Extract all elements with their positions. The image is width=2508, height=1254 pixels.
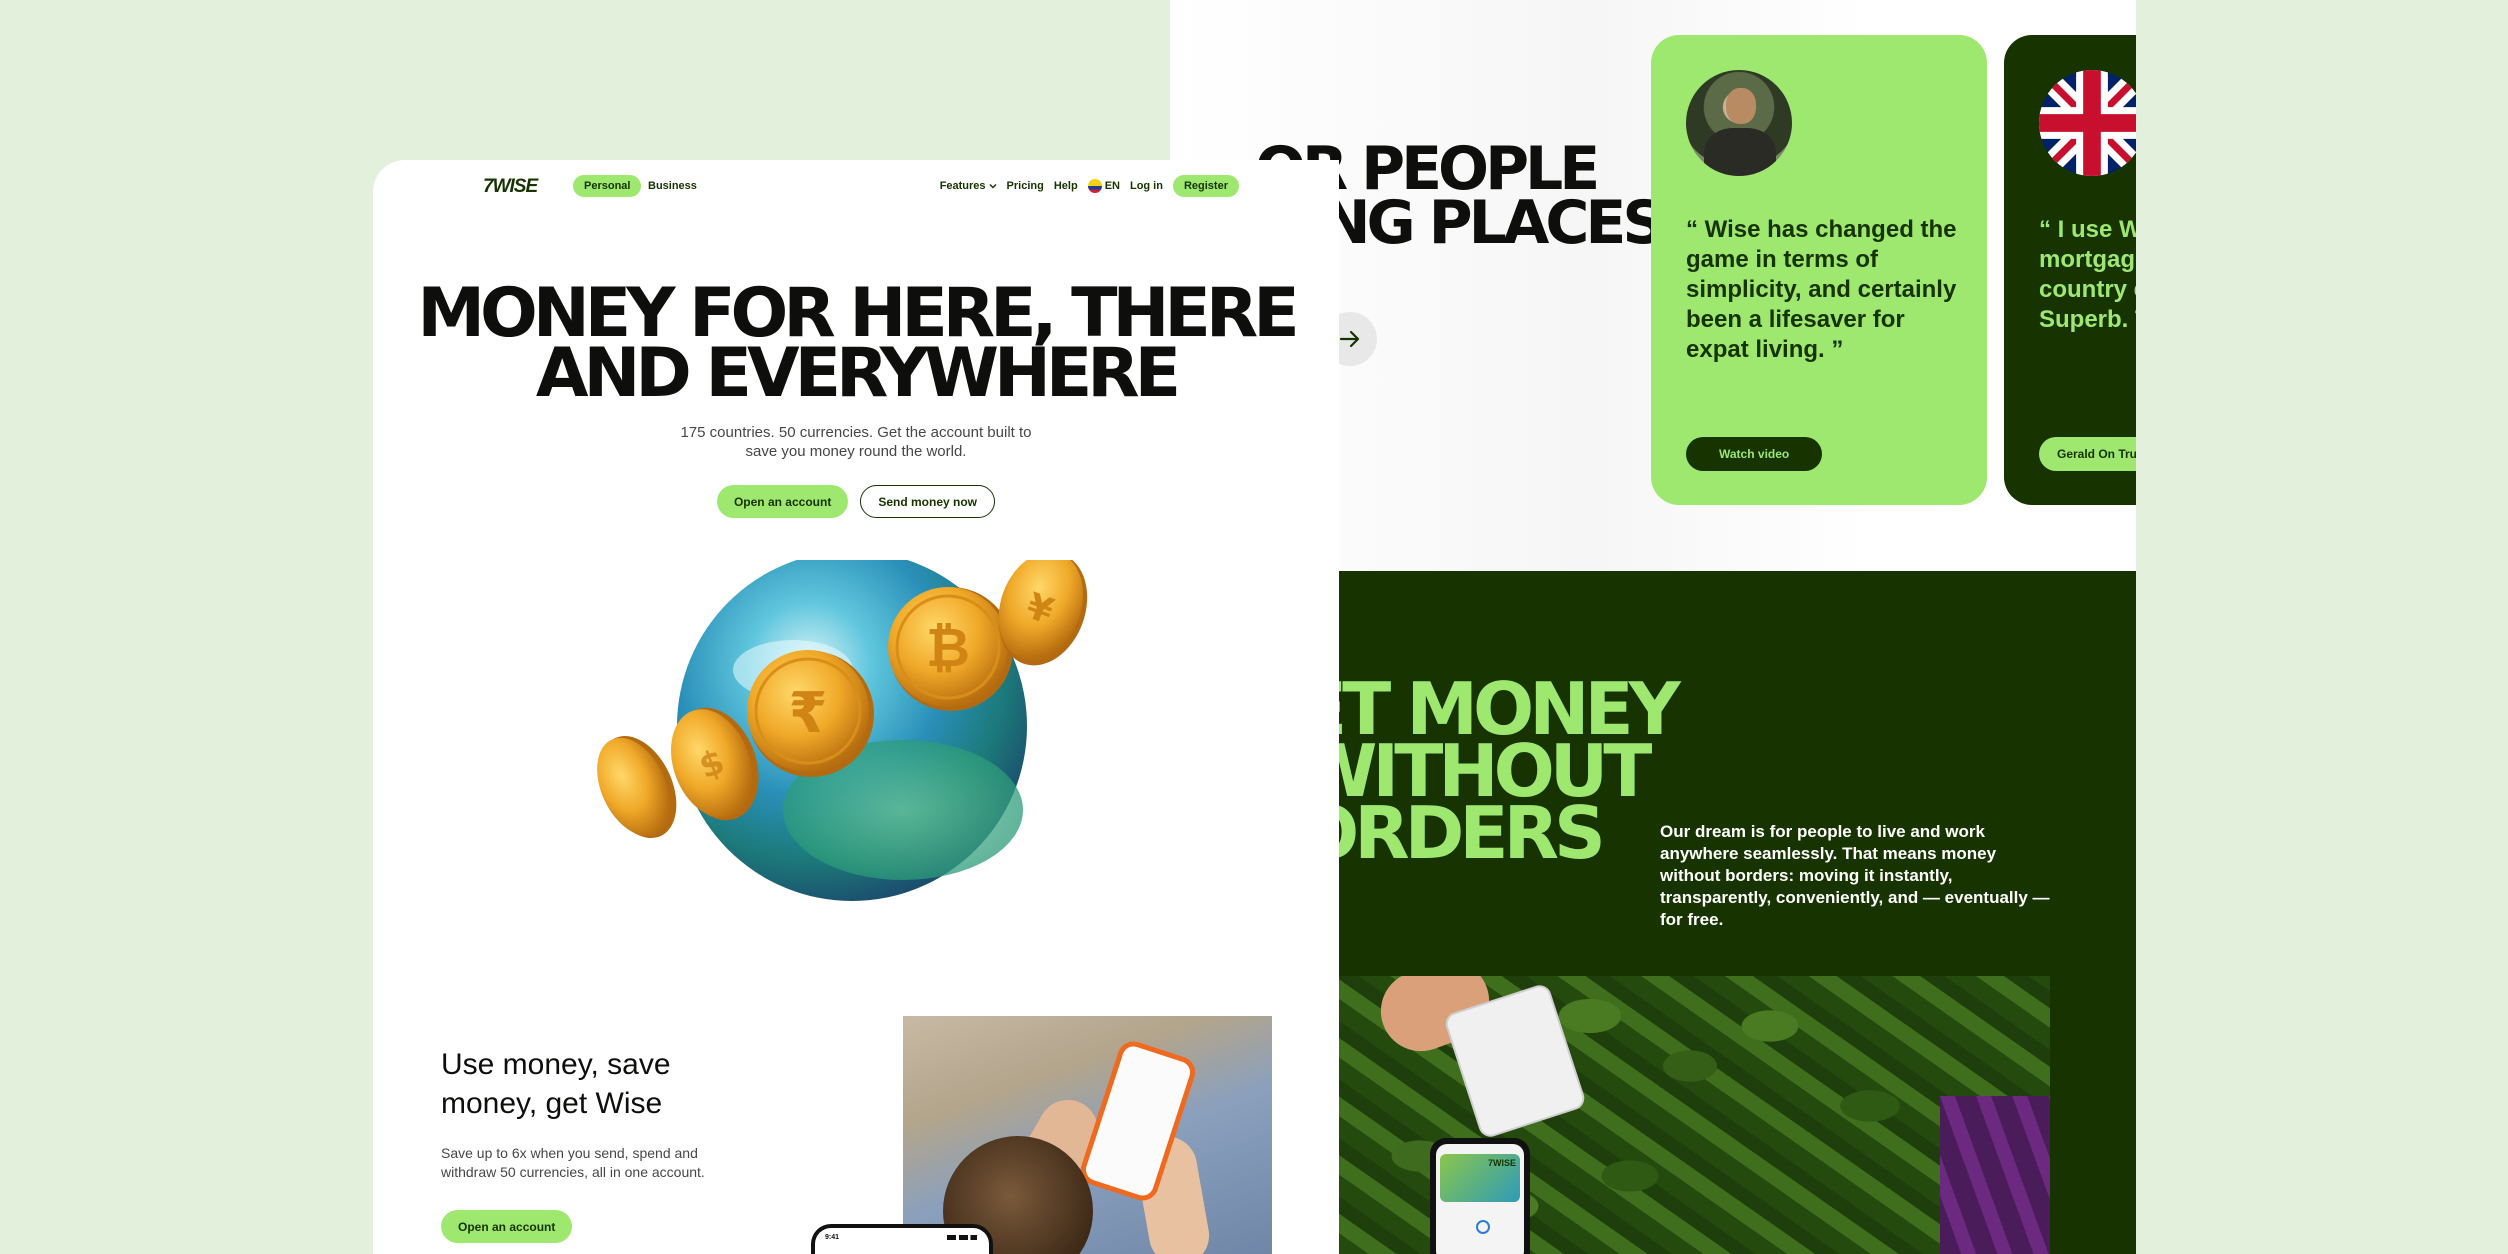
chevron-down-icon [989,184,997,189]
use-money-subtitle: Save up to 6x when you send, spend and w… [441,1145,705,1180]
check-icon [1476,1220,1490,1234]
open-account-button[interactable]: Open an account [716,485,849,518]
testimonial-quote: “ Wise has changed the game in terms of … [1686,216,1957,363]
testimonial-card: “ I use Wi mortgage country e Superb. T … [2004,35,2136,505]
pricing-link[interactable]: Pricing [1007,180,1044,192]
help-link[interactable]: Help [1054,180,1078,192]
person-with-phone-photo [903,1016,1272,1254]
wise-logo[interactable]: 7WISE [483,176,538,198]
use-money-title: Use money, save money, get Wise [441,1048,671,1120]
avatar [1686,70,1792,176]
send-money-button[interactable]: Send money now [860,485,996,518]
language-selector[interactable]: EN [1087,179,1120,193]
top-nav: 7WISE Personal Business Features Pricing… [373,160,1339,212]
phone-mockup: 9:41 [811,1224,993,1254]
phone-in-hand: 7WISE [1430,1138,1530,1254]
watch-video-button[interactable]: Watch video [1686,437,1823,471]
avatar-body [1704,128,1776,176]
register-button[interactable]: Register [1172,175,1239,197]
phone-logo: 7WISE [1487,1158,1516,1168]
uk-flag-icon [2039,70,2136,176]
testimonial-card: “ Wise has changed the game in terms of … [1651,35,1987,505]
tab-personal[interactable]: Personal [573,175,642,197]
nav-right: Features Pricing Help EN Log in Register [940,175,1239,197]
hero-title: MONEY FOR HERE, THERE AND EVERYWHERE [417,274,1299,413]
hero-subtitle: 175 countries. 50 currencies. Get the ac… [680,424,1032,460]
login-link[interactable]: Log in [1130,180,1163,192]
features-label: Features [939,180,986,192]
eggplants [1940,1096,2050,1254]
phone-time: 9:41 [825,1234,840,1241]
tab-business[interactable]: Business [637,175,708,197]
svg-text:₹: ₹ [789,681,828,746]
dream-text: Our dream is for people to live and work… [1660,822,2050,929]
avatar-head [1726,88,1756,124]
testimonial-quote: “ I use Wi mortgage country e Superb. T [2039,216,2136,333]
open-account-button-secondary[interactable]: Open an account [441,1210,573,1243]
homepage-window: 7WISE Personal Business Features Pricing… [373,160,1339,1254]
hero-buttons: Open an account Send money now [373,485,1339,518]
arrow-right-icon [1339,330,1360,348]
features-menu[interactable]: Features [940,180,997,192]
svg-text:₿: ₿ [926,616,970,679]
globe-illustration: $ ₹ ₿ ¥ [573,551,1133,1000]
phone-screen: 7WISE [1436,1144,1524,1254]
testimonial-cta-button[interactable]: Gerald On Trus [2039,437,2136,471]
colombia-flag-icon [1087,179,1102,193]
language-label: EN [1104,180,1120,192]
status-bar-icons [947,1235,977,1240]
